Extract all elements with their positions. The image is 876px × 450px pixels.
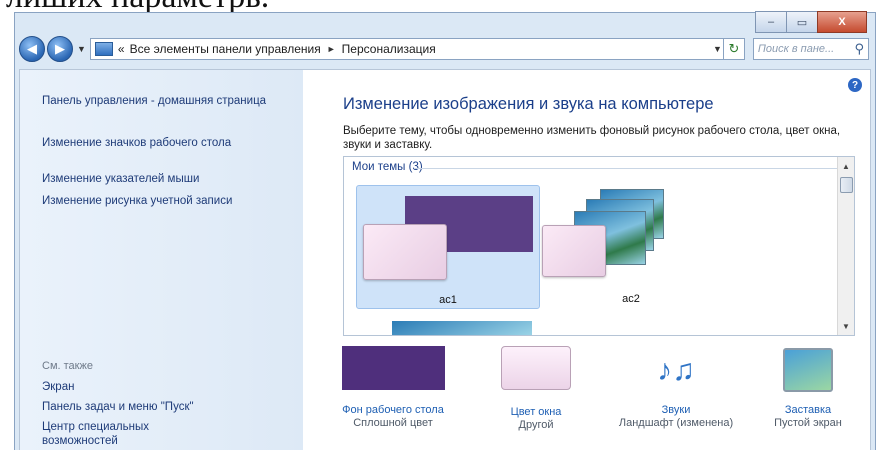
address-bar[interactable]: « Все элементы панели управления ► Персо…	[89, 38, 745, 60]
theme-tile-ac1[interactable]: ас1	[356, 185, 540, 309]
sounds-item[interactable]: ♪♫ Звуки Ландшафт (изменена)	[611, 346, 741, 430]
scroll-up-icon[interactable]: ▲	[838, 159, 854, 173]
desktop-background-item[interactable]: Фон рабочего стола Сплошной цвет	[328, 346, 458, 430]
theme-name: ас1	[439, 294, 457, 306]
screen-saver-icon-box	[743, 346, 873, 394]
breadcrumb-item-personalization[interactable]: Персонализация	[342, 42, 436, 56]
search-input[interactable]: Поиск в пане... ⚲	[752, 38, 869, 60]
theme-tile-partial[interactable]	[392, 321, 532, 335]
search-placeholder: Поиск в пане...	[757, 43, 835, 55]
help-icon[interactable]: ?	[848, 78, 862, 92]
main-pane: ? Изменение изображения и звука на компь…	[303, 70, 870, 450]
group-divider	[414, 168, 846, 169]
page-title: Изменение изображения и звука на компьют…	[343, 95, 714, 113]
forward-button[interactable]: ▶	[47, 36, 73, 62]
task-pane: Панель управления - домашняя страница Из…	[20, 70, 303, 450]
taskbar-start-menu-link[interactable]: Панель задач и меню "Пуск"	[42, 400, 297, 414]
themes-scrollbar[interactable]: ▲ ▼	[837, 157, 854, 335]
content-area: Панель управления - домашняя страница Из…	[19, 69, 871, 450]
screen-saver-item[interactable]: Заставка Пустой экран	[743, 346, 873, 430]
window-color-item[interactable]: Цвет окна Другой	[471, 346, 601, 432]
navigation-bar: ◀ ▶ ▼ « Все элементы панели управления ►…	[19, 33, 869, 65]
theme-name: ас2	[622, 293, 640, 305]
minimize-button[interactable]: –	[755, 11, 787, 33]
breadcrumb-separator-icon[interactable]: ►	[327, 44, 336, 54]
theme-tile-ac2[interactable]: ас2	[540, 185, 722, 307]
theme-window-preview	[363, 224, 447, 280]
address-dropdown-icon[interactable]: ▼	[713, 44, 722, 54]
back-button[interactable]: ◀	[19, 36, 45, 62]
screen-saver-link[interactable]: Заставка	[743, 404, 873, 417]
display-link[interactable]: Экран	[42, 380, 297, 394]
maximize-button[interactable]: ▭	[786, 11, 818, 33]
caption-buttons: – ▭ X	[755, 11, 867, 33]
recent-pages-dropdown[interactable]: ▼	[77, 44, 86, 54]
screen-saver-value: Пустой экран	[774, 417, 842, 429]
window-color-swatch	[501, 346, 571, 390]
close-button[interactable]: X	[817, 11, 867, 33]
window-color-value: Другой	[518, 419, 554, 431]
ease-of-access-link[interactable]: Центр специальных возможностей	[42, 420, 172, 448]
control-panel-home-link[interactable]: Панель управления - домашняя страница	[42, 94, 297, 108]
change-mouse-pointers-link[interactable]: Изменение указателей мыши	[42, 172, 297, 186]
breadcrumb-overflow[interactable]: «	[118, 42, 125, 56]
themes-list: Мои темы (3) ас1 ас2 ▲ ▼	[343, 156, 855, 336]
change-desktop-icons-link[interactable]: Изменение значков рабочего стола	[42, 136, 297, 150]
change-account-picture-link[interactable]: Изменение рисунка учетной записи	[42, 194, 297, 208]
control-panel-window: – ▭ X ◀ ▶ ▼ « Все элементы панели управл…	[14, 11, 876, 450]
screen-saver-icon	[783, 348, 833, 392]
sounds-icon: ♪♫	[657, 353, 695, 387]
page-description: Выберите тему, чтобы одновременно измени…	[343, 125, 841, 151]
search-icon[interactable]: ⚲	[854, 41, 864, 57]
desktop-background-swatch	[341, 346, 445, 390]
sounds-link[interactable]: Звуки	[611, 404, 741, 417]
scrollbar-thumb[interactable]	[840, 177, 853, 193]
breadcrumb-item-all-items[interactable]: Все элементы панели управления	[130, 42, 321, 56]
scroll-down-icon[interactable]: ▼	[838, 319, 854, 333]
desktop-background-link[interactable]: Фон рабочего стола	[328, 404, 458, 417]
theme-window-preview	[542, 225, 606, 277]
refresh-button[interactable]: ↻	[722, 39, 744, 59]
my-themes-group-header[interactable]: Мои темы (3)	[352, 161, 423, 173]
sounds-value: Ландшафт (изменена)	[618, 417, 734, 429]
control-panel-icon	[94, 42, 113, 56]
window-color-link[interactable]: Цвет окна	[471, 406, 601, 419]
desktop-background-value: Сплошной цвет	[353, 417, 433, 429]
see-also-label: См. также	[42, 360, 93, 372]
